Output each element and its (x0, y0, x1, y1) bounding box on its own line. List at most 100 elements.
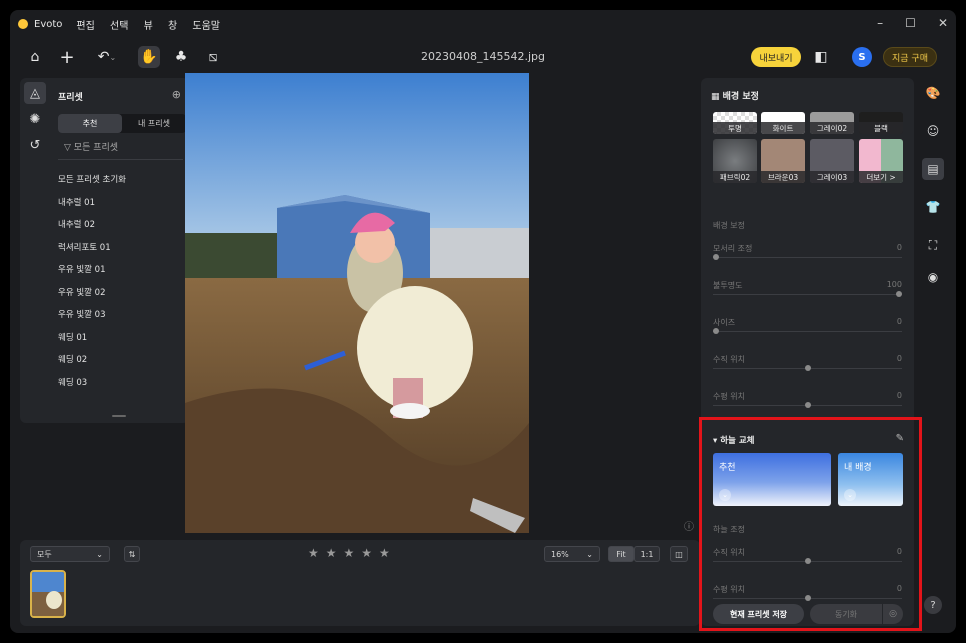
avatar[interactable]: S (852, 47, 872, 67)
preset-filter[interactable]: ▽ 모든 프리셋 (64, 140, 118, 153)
sky-title[interactable]: ▾ 하늘 교체 (713, 434, 754, 446)
filmstrip-filter-select[interactable]: 모두 ⌄ (30, 546, 110, 562)
preset-reset-all[interactable]: 모든 프리셋 초기화 (58, 168, 182, 191)
slider-track[interactable] (713, 365, 902, 371)
star-rating[interactable]: ★★★★★ (308, 546, 397, 560)
bg-white[interactable]: 화이트 (761, 112, 805, 134)
bg-transparent[interactable]: 투명 (713, 112, 757, 134)
preset-item[interactable]: 우유 빛깔 03 (58, 303, 182, 326)
bg-label: 그레이03 (810, 171, 854, 183)
buy-now-button[interactable]: 지금 구매 (883, 47, 937, 67)
maximize-button[interactable]: ☐ (905, 16, 916, 30)
filmstrip-thumbnail[interactable] (30, 570, 66, 618)
history-icon[interactable]: ↺ (24, 134, 46, 156)
magic-wand-icon[interactable]: ✎ (896, 433, 904, 444)
slider-track[interactable] (713, 291, 902, 297)
slider-track[interactable] (713, 254, 902, 260)
compare-icon[interactable]: ◧ (810, 46, 832, 68)
slider-track[interactable] (713, 328, 902, 334)
slider-value: 0 (896, 547, 902, 556)
preset-list: 모든 프리셋 초기화 내추럴 01 내추럴 02 럭셔리포토 01 우유 빛깔 … (58, 168, 182, 393)
preset-item[interactable]: 내추럴 01 (58, 191, 182, 214)
sync-button[interactable]: 동기화 (810, 604, 882, 624)
preset-item[interactable]: 우유 빛깔 02 (58, 281, 182, 304)
save-preset-button[interactable]: 현재 프리셋 저장 (713, 604, 804, 624)
info-icon[interactable]: ⓘ (684, 518, 694, 533)
sky-card-label: 추천 (719, 463, 736, 473)
slider-value: 0 (896, 243, 902, 252)
bg-label: 패브릭02 (713, 171, 757, 183)
slider-knob[interactable] (896, 291, 902, 297)
bg-label: 그레이02 (810, 122, 854, 134)
filter-icon: ▽ (64, 143, 74, 153)
slider-track[interactable] (713, 558, 902, 564)
slider-knob[interactable] (804, 558, 811, 564)
clothing-icon[interactable]: 👕 (922, 196, 944, 218)
sky-section-label: 하늘 조정 (713, 525, 745, 534)
preset-item[interactable]: 우유 빛깔 01 (58, 258, 182, 281)
menu-select[interactable]: 선택 (110, 21, 128, 32)
palette-icon[interactable]: 🎨 (922, 82, 944, 104)
crop-icon[interactable]: ⛶ (922, 234, 944, 256)
sky-card-my-background[interactable]: 내 배경 ⌄ (838, 453, 903, 506)
slider-label: 수직 위치 (713, 548, 745, 557)
preset-tool-icon[interactable]: ◬ (24, 82, 46, 104)
filter-label: 모든 프리셋 (73, 143, 119, 153)
bg-black[interactable]: 블랙 (859, 112, 903, 134)
bg-gray02[interactable]: 그레이02 (810, 112, 854, 134)
menu-window[interactable]: 창 (168, 21, 177, 32)
adjust-tool-icon[interactable]: ✺ (24, 108, 46, 130)
preset-item[interactable]: 내추럴 02 (58, 213, 182, 236)
menu-bar: 편집 선택 뷰 창 도움말 (76, 17, 232, 32)
sky-card-recommended[interactable]: 추천 ⌄ (713, 453, 831, 506)
slider-knob[interactable] (713, 328, 719, 334)
toolbar: ⌂ + ↶ ⌄ ✋ ♣ ⧅ 20230408_145542.jpg 내보내기 ◧… (10, 40, 956, 74)
slider-knob[interactable] (804, 595, 811, 601)
bg-gray03[interactable]: 그레이03 (810, 139, 854, 183)
slider-knob[interactable] (804, 402, 811, 408)
chevron-down-icon: ⌄ (719, 489, 731, 501)
preset-item[interactable]: 럭셔리포토 01 (58, 236, 182, 259)
fit-button[interactable]: Fit (608, 546, 634, 562)
tab-recommended[interactable]: 추천 (58, 114, 122, 133)
slider-track[interactable] (713, 402, 902, 408)
preset-item[interactable]: 웨딩 03 (58, 371, 182, 394)
menu-help[interactable]: 도움말 (192, 21, 220, 32)
export-button[interactable]: 내보내기 (751, 47, 801, 67)
photo-canvas[interactable] (185, 73, 529, 533)
chevron-down-icon: ⌄ (844, 489, 856, 501)
close-button[interactable]: ✕ (938, 16, 948, 30)
preset-title: 프리셋 (58, 93, 83, 103)
help-button[interactable]: ? (924, 596, 942, 614)
resize-handle[interactable] (112, 415, 126, 417)
bg-section-label: 배경 보정 (713, 221, 745, 230)
menu-edit[interactable]: 편집 (76, 21, 94, 32)
face-icon[interactable]: ☺ (922, 120, 944, 142)
bg-label: 화이트 (761, 122, 805, 134)
menu-view[interactable]: 뷰 (144, 21, 153, 32)
sort-icon[interactable]: ⇅ (124, 546, 140, 562)
slider-track[interactable] (713, 595, 902, 601)
right-tool-bar: 🎨 ☺ ▤ 👕 ⛶ ◉ (918, 78, 948, 292)
slider-value: 0 (896, 391, 902, 400)
split-view-icon[interactable]: ◫ (670, 546, 688, 562)
app-name: Evoto (34, 18, 63, 30)
slider-knob[interactable] (804, 365, 811, 371)
minimize-button[interactable]: – (877, 16, 883, 30)
one-to-one-button[interactable]: 1:1 (634, 546, 660, 562)
sync-settings-icon[interactable]: ◎ (883, 604, 903, 624)
add-preset-icon[interactable]: ⊕ (172, 88, 181, 101)
slider-knob[interactable] (713, 254, 719, 260)
bg-label: 브라운03 (761, 171, 805, 183)
bg-brown03[interactable]: 브라운03 (761, 139, 805, 183)
preset-item[interactable]: 웨딩 02 (58, 348, 182, 371)
zoom-value: 16% (551, 549, 569, 559)
preset-item[interactable]: 웨딩 01 (58, 326, 182, 349)
tab-my-presets[interactable]: 내 프리셋 (122, 114, 186, 133)
app-window: Evoto 편집 선택 뷰 창 도움말 – ☐ ✕ ⌂ + ↶ ⌄ ✋ ♣ ⧅ … (10, 10, 956, 633)
zoom-select[interactable]: 16% ⌄ (544, 546, 600, 562)
camera-icon[interactable]: ◉ (922, 266, 944, 288)
bg-fabric02[interactable]: 패브릭02 (713, 139, 757, 183)
bg-more[interactable]: 더보기 > (859, 139, 903, 183)
background-tool-icon[interactable]: ▤ (922, 158, 944, 180)
